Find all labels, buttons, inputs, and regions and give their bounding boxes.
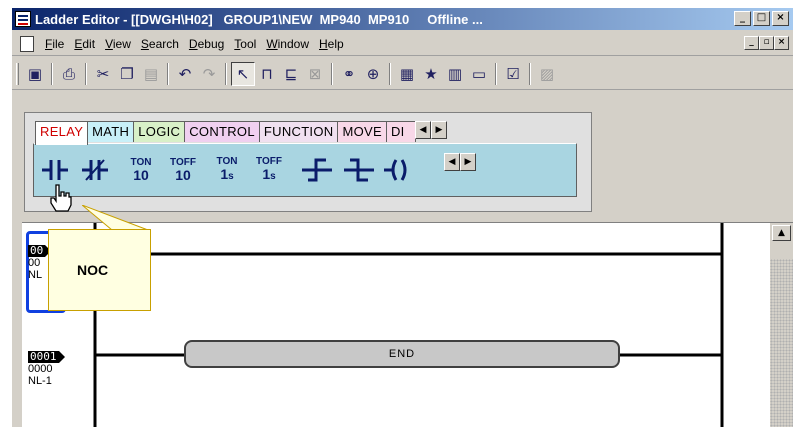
- falling-edge-icon: [344, 158, 374, 182]
- scroll-track[interactable]: [770, 259, 793, 427]
- toff-1s-tool[interactable]: TOFF 1s: [254, 153, 284, 187]
- scroll-up-icon[interactable]: ▲: [772, 225, 791, 241]
- redo-icon[interactable]: ↷: [197, 62, 221, 86]
- toolbar-separator: [389, 62, 391, 85]
- tab-di[interactable]: DI: [385, 121, 416, 142]
- toolbar-grip[interactable]: [16, 62, 19, 85]
- tab-control[interactable]: CONTROL: [184, 121, 260, 142]
- palette-scroll-left-icon[interactable]: ◀: [444, 153, 460, 171]
- delete-element-icon[interactable]: ⊠: [303, 62, 327, 86]
- rung-step: 00: [28, 257, 41, 269]
- ton-10ms-tool[interactable]: TON 10: [126, 153, 156, 187]
- tab-logic[interactable]: LOGIC: [133, 121, 186, 142]
- tab-scroll-right-icon[interactable]: ▶: [430, 121, 447, 139]
- copy-icon[interactable]: ❐: [115, 62, 139, 86]
- minimize-button[interactable]: _: [734, 11, 751, 26]
- tab-scroll-left-icon[interactable]: ◀: [414, 121, 431, 139]
- favorite-icon[interactable]: ★: [419, 62, 443, 86]
- binoculars-find-icon[interactable]: ⚭: [337, 62, 361, 86]
- coil-tool[interactable]: [384, 153, 414, 187]
- tooltip: NOC: [48, 229, 151, 311]
- hand-cursor-icon: [50, 184, 72, 212]
- app-icon[interactable]: [15, 11, 31, 27]
- toolbar-separator: [225, 62, 227, 85]
- rung-number: 0001: [28, 350, 64, 363]
- end-label: END: [388, 348, 416, 360]
- help-icon[interactable]: ▨: [535, 62, 559, 86]
- maximize-button[interactable]: □: [753, 11, 770, 26]
- toolbar-separator: [51, 62, 53, 85]
- end-instruction[interactable]: END: [184, 340, 620, 368]
- menu-window[interactable]: Window: [261, 37, 314, 51]
- menu-debug[interactable]: Debug: [184, 37, 229, 51]
- vertical-scrollbar[interactable]: ▲: [770, 223, 793, 427]
- tab-function[interactable]: FUNCTION: [258, 121, 339, 142]
- table-icon[interactable]: ▥: [443, 62, 467, 86]
- noc-contact-icon: [42, 160, 68, 180]
- menu-edit[interactable]: Edit: [69, 37, 100, 51]
- select-icon[interactable]: ↖: [231, 61, 255, 86]
- rung-label-text: NL-1: [28, 375, 52, 387]
- contact-insert-icon[interactable]: ⊑: [279, 62, 303, 86]
- document-icon[interactable]: [20, 35, 34, 52]
- mdi-buttons: _ ▫ ×: [744, 36, 789, 50]
- instruction-palette: RELAY MATH LOGIC CONTROL FUNCTION MOVE D…: [24, 112, 592, 212]
- toolbar-separator: [331, 62, 333, 85]
- menu-search[interactable]: Search: [136, 37, 184, 51]
- title-buttons: _ □ ×: [734, 11, 789, 26]
- coil-icon: [384, 159, 407, 181]
- mdi-minimize-button[interactable]: _: [744, 36, 759, 50]
- menu-bar: File Edit View Search Debug Tool Window …: [12, 32, 793, 56]
- tab-scroll: ◀ ▶: [414, 121, 447, 142]
- palette-tools: TON 10 TOFF 10 TON 1s TOFF 1s ◀ ▶: [33, 143, 577, 197]
- palette-scroll-right-icon[interactable]: ▶: [460, 153, 476, 171]
- ncc-contact-tool[interactable]: [82, 153, 108, 187]
- falling-edge-tool[interactable]: [344, 153, 374, 187]
- undo-icon[interactable]: ↶: [173, 62, 197, 86]
- save-icon[interactable]: ▣: [23, 62, 47, 86]
- rung-0-label[interactable]: 00 00 NL: [28, 244, 52, 281]
- rising-edge-icon: [302, 158, 332, 182]
- toolbar-separator: [495, 62, 497, 85]
- window-title: Ladder Editor - [[DWGH\H02] GROUP1\NEW M…: [35, 11, 483, 27]
- ncc-contact-icon: [82, 159, 108, 181]
- ton-1s-tool[interactable]: TON 1s: [212, 153, 242, 187]
- rung-step: 0000: [28, 363, 53, 375]
- menu-view[interactable]: View: [100, 37, 136, 51]
- palette-tabs: RELAY MATH LOGIC CONTROL FUNCTION MOVE D…: [35, 121, 447, 145]
- toff-10ms-tool[interactable]: TOFF 10: [168, 153, 198, 187]
- rung-number: 00: [28, 244, 52, 257]
- toolbar-separator: [167, 62, 169, 85]
- rung-1-label[interactable]: 0001 0000 NL-1: [28, 350, 64, 387]
- palette-scroll: ◀ ▶: [444, 153, 476, 171]
- toolbar-separator: [529, 62, 531, 85]
- coil-insert-icon[interactable]: ⊓: [255, 62, 279, 86]
- rising-edge-tool[interactable]: [302, 153, 332, 187]
- title-bar[interactable]: Ladder Editor - [[DWGH\H02] GROUP1\NEW M…: [12, 8, 793, 30]
- noc-contact-tool[interactable]: [42, 153, 68, 187]
- zoom-find-icon[interactable]: ⊕: [361, 62, 385, 86]
- menu-tool[interactable]: Tool: [229, 37, 261, 51]
- mdi-close-button[interactable]: ×: [774, 36, 789, 50]
- check-icon[interactable]: ☑: [501, 62, 525, 86]
- main-toolbar: ▣ ⎙ ✂ ❐ ▤ ↶ ↷ ↖ ⊓ ⊑ ⊠ ⚭ ⊕ ▦ ★ ▥ ▭ ☑ ▨: [12, 58, 793, 90]
- menu-file[interactable]: File: [40, 37, 69, 51]
- register-list-icon[interactable]: ▦: [395, 62, 419, 86]
- cut-icon[interactable]: ✂: [91, 62, 115, 86]
- tooltip-tail: [82, 205, 149, 231]
- menu-help[interactable]: Help: [314, 37, 349, 51]
- tab-move[interactable]: MOVE: [337, 121, 387, 142]
- window-icon[interactable]: ▭: [467, 62, 491, 86]
- tab-math[interactable]: MATH: [87, 121, 135, 142]
- print-icon[interactable]: ⎙: [57, 62, 81, 86]
- tab-relay[interactable]: RELAY: [35, 121, 89, 145]
- tooltip-text: NOC: [77, 262, 109, 278]
- close-button[interactable]: ×: [772, 11, 789, 26]
- mdi-restore-button[interactable]: ▫: [759, 36, 774, 50]
- rung-label-text: NL: [28, 269, 43, 281]
- toolbar-separator: [85, 62, 87, 85]
- paste-icon[interactable]: ▤: [139, 62, 163, 86]
